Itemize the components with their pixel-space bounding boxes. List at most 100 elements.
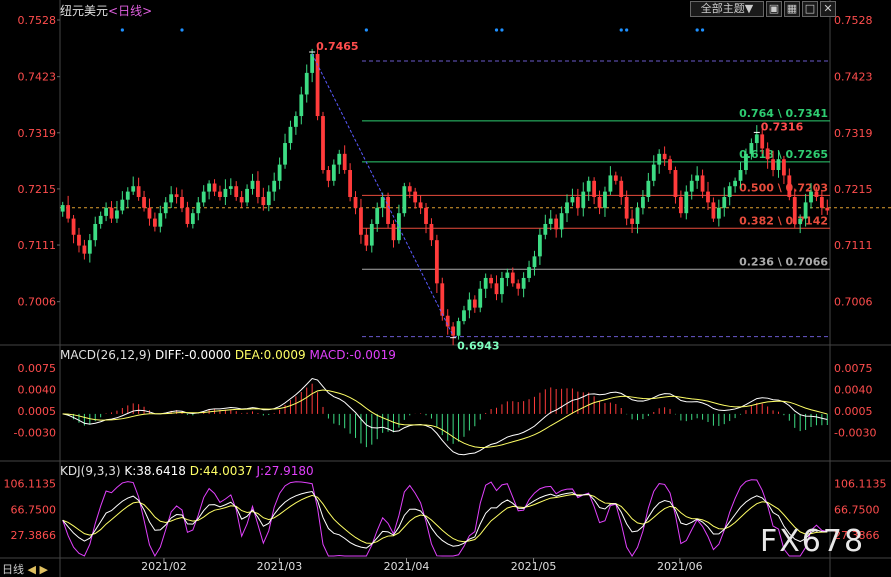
candle-body [315,53,320,117]
candle-body [744,153,748,171]
candle-body [521,277,526,289]
theme-dropdown[interactable]: 全部主题▼ [690,1,764,17]
candle-body [380,196,385,208]
candle-body [245,188,249,203]
candle-body [77,234,81,246]
kdj-d: D:44.0037 [189,464,253,478]
candle-body [142,196,146,208]
x-tick-label: 2021/03 [257,560,303,573]
candle-body [125,191,130,200]
candle-body [543,223,548,235]
candle-body [266,191,271,206]
fibonacci-label: 0.236 \ 0.7066 [739,255,828,268]
candle-body [586,180,591,192]
candle-body [234,186,239,197]
candle-body [787,175,792,197]
macd-tick-label-left: 0.0040 [18,383,57,396]
candle-body [819,196,824,208]
candle-body [331,164,336,181]
fibonacci-label: 0.764 \ 0.7341 [739,107,828,120]
candle-body [489,277,493,284]
candle-body [82,245,87,254]
top-marker-dot [180,28,184,32]
candle-body [310,53,315,73]
candle-body [646,180,651,197]
candle-body [239,196,244,203]
candle-body [684,191,689,214]
candle-body [657,153,662,165]
candle-body [554,218,559,230]
top-marker-dot [500,28,504,32]
chart-canvas[interactable]: 0.7528 0.7528 0.7423 0.7423 0.7319 0.7319 0.72… [0,0,891,577]
kdj-d-line [62,493,828,544]
candle-body [120,199,125,211]
candle-body [630,218,634,224]
candle-body [803,202,808,219]
candle-body [570,196,575,203]
candle-body [413,191,418,203]
close-icon[interactable]: ✕ [820,1,836,17]
macd-tick-label-right: 0.0075 [834,362,873,375]
candle-body [603,191,607,208]
price-tick-label-right: 0.7423 [834,71,873,84]
candle-body [424,207,428,224]
candle-body [190,213,195,224]
candle-body [548,218,553,224]
candle-body [407,186,412,192]
candle-body [456,321,461,336]
macd-tick-label-left: -0.0030 [14,426,56,439]
candle-body [809,191,813,203]
candle-body [592,180,597,197]
candle-body [364,234,369,246]
candle-body [180,196,184,208]
candle-body [359,207,363,235]
candle-body [814,191,819,197]
candle-body [700,175,705,192]
chart-title: 纽元美元<日线> [60,2,152,19]
window-icon[interactable]: □ [802,1,818,17]
candle-body [451,326,456,336]
candle-body [66,205,71,219]
candle-body [733,180,738,187]
candle-body [158,213,163,227]
box-icon[interactable]: ▣ [766,1,782,17]
candle-body [500,277,504,295]
candle-body [71,218,76,235]
candle-body [738,170,743,181]
top-marker-dot [625,28,629,32]
candle-body [668,159,672,171]
top-marker-dot [695,28,699,32]
grid-icon[interactable]: ▦ [784,1,800,17]
macd-dea: DEA:0.0009 [234,348,306,362]
candle-body [402,186,407,214]
candle-body [283,143,287,165]
candle-body [722,196,727,208]
candle-body [776,159,781,171]
top-marker-dot [120,28,124,32]
candle-body [581,191,586,208]
candle-body [716,207,721,219]
kdj-tick-label-left: 106.1135 [4,478,57,491]
candle-body [635,207,640,224]
instrument-name: 纽元美元 [60,4,109,18]
candle-body [537,234,542,257]
scroll-arrows-icon[interactable]: ◀ ▶ [28,563,48,576]
candle-body [348,170,353,197]
period-label[interactable]: <日线> [108,4,152,18]
top-marker-dot [494,28,499,32]
candle-body [754,134,759,144]
candle-body [261,196,266,206]
candle-body [185,207,190,224]
candle-body [369,223,374,246]
price-tick-label-right: 0.7215 [834,183,873,196]
candle-body [321,116,325,171]
kdj-k: K:38.6418 [124,464,186,478]
zigzag-line [311,53,454,336]
watermark-logo: FX678 [760,524,866,559]
candle-body [109,207,114,219]
candle-body [467,299,472,311]
candle-body [250,180,255,189]
candle-body [771,159,775,171]
candle-body [397,213,401,241]
candle-body [765,148,770,160]
